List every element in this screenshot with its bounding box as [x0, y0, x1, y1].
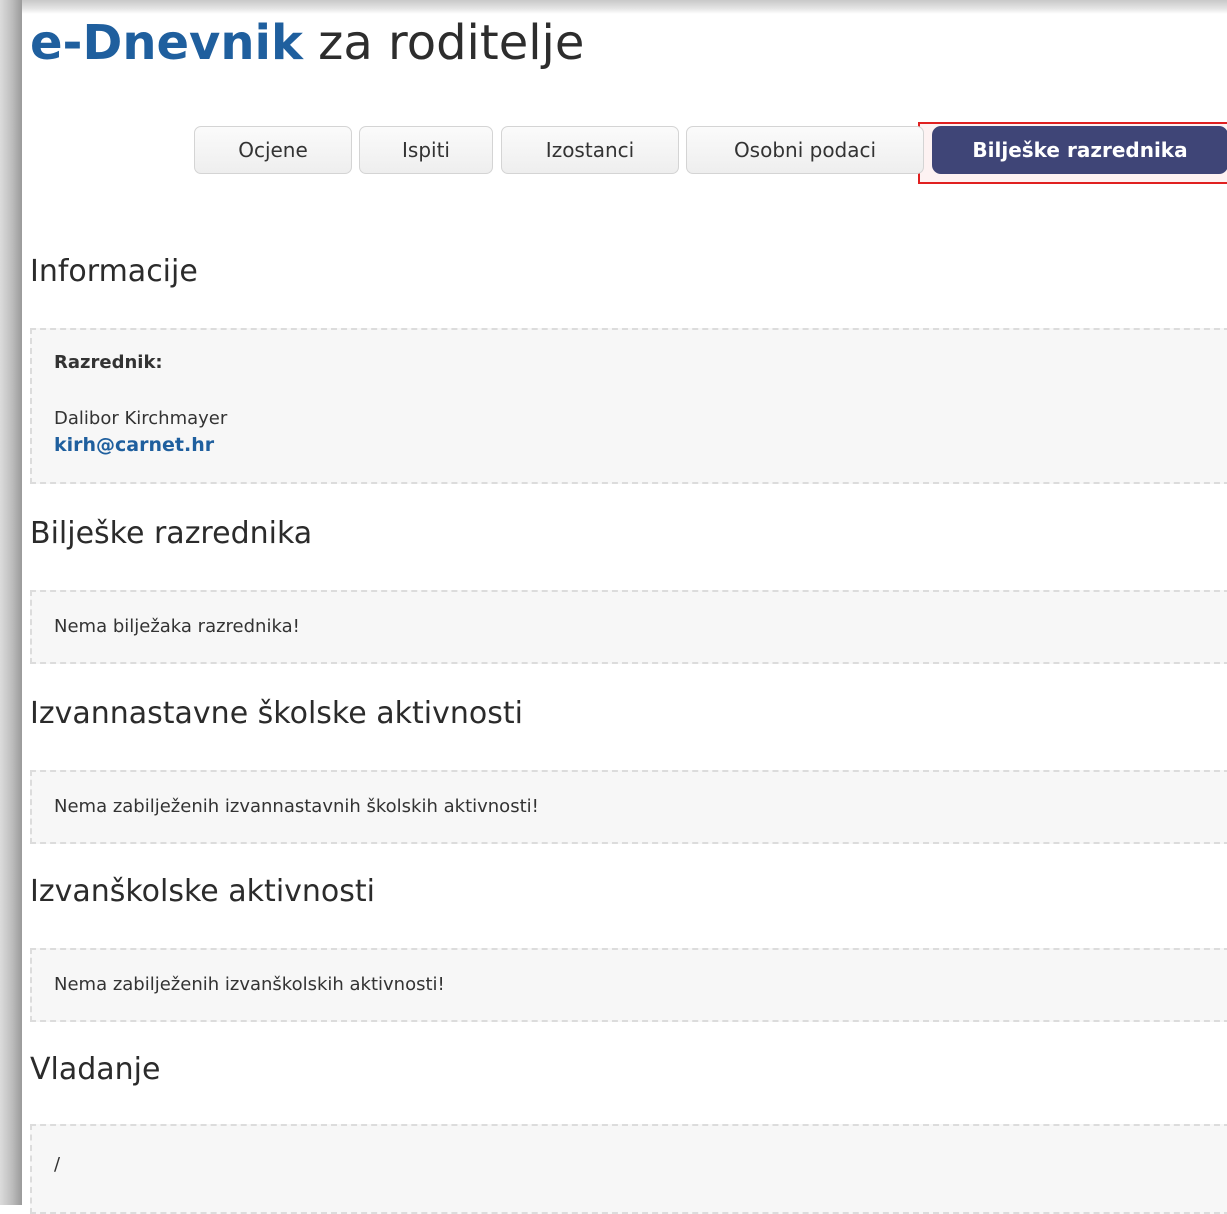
biljeske-box: Nema bilježaka razrednika! [30, 590, 1227, 664]
heading-informacije: Informacije [30, 254, 198, 289]
izvanskolske-box: Nema zabilježenih izvanškolskih aktivnos… [30, 948, 1227, 1022]
screenshot-frame: e-Dnevnik za roditelje Ocjene Ispiti Izo… [0, 0, 1227, 1214]
tab-ispiti[interactable]: Ispiti [359, 126, 493, 174]
frame-top-shadow [0, 0, 1227, 14]
heading-biljeske-razrednika: Bilješke razrednika [30, 516, 313, 551]
tab-biljeske-razrednika[interactable]: Bilješke razrednika [932, 126, 1227, 174]
razrednik-name: Dalibor Kirchmayer [54, 408, 228, 429]
vladanje-value: / [54, 1154, 61, 1175]
vladanje-box: / [30, 1124, 1227, 1214]
info-box: Razrednik: Dalibor Kirchmayer kirh@carne… [30, 328, 1227, 484]
izvanskolske-empty-text: Nema zabilježenih izvanškolskih aktivnos… [54, 974, 445, 995]
heading-vladanje: Vladanje [30, 1052, 161, 1087]
app-title-brand: e-Dnevnik [30, 15, 303, 71]
heading-izvanskolske-aktivnosti: Izvanškolske aktivnosti [30, 874, 375, 909]
biljeske-empty-text: Nema bilježaka razrednika! [54, 616, 300, 637]
app-title-rest: za roditelje [302, 15, 585, 71]
app-title: e-Dnevnik za roditelje [30, 14, 584, 72]
page-content: e-Dnevnik za roditelje Ocjene Ispiti Izo… [22, 14, 1227, 1214]
tab-ocjene[interactable]: Ocjene [194, 126, 352, 174]
tab-izostanci[interactable]: Izostanci [501, 126, 679, 174]
frame-left-shadow [0, 0, 22, 1205]
razrednik-email-link[interactable]: kirh@carnet.hr [54, 434, 214, 456]
izvannastavne-empty-text: Nema zabilježenih izvannastavnih školski… [54, 796, 539, 817]
heading-izvannastavne-aktivnosti: Izvannastavne školske aktivnosti [30, 696, 523, 731]
razrednik-label: Razrednik: [54, 352, 163, 373]
tab-osobni-podaci[interactable]: Osobni podaci [686, 126, 924, 174]
izvannastavne-box: Nema zabilježenih izvannastavnih školski… [30, 770, 1227, 844]
